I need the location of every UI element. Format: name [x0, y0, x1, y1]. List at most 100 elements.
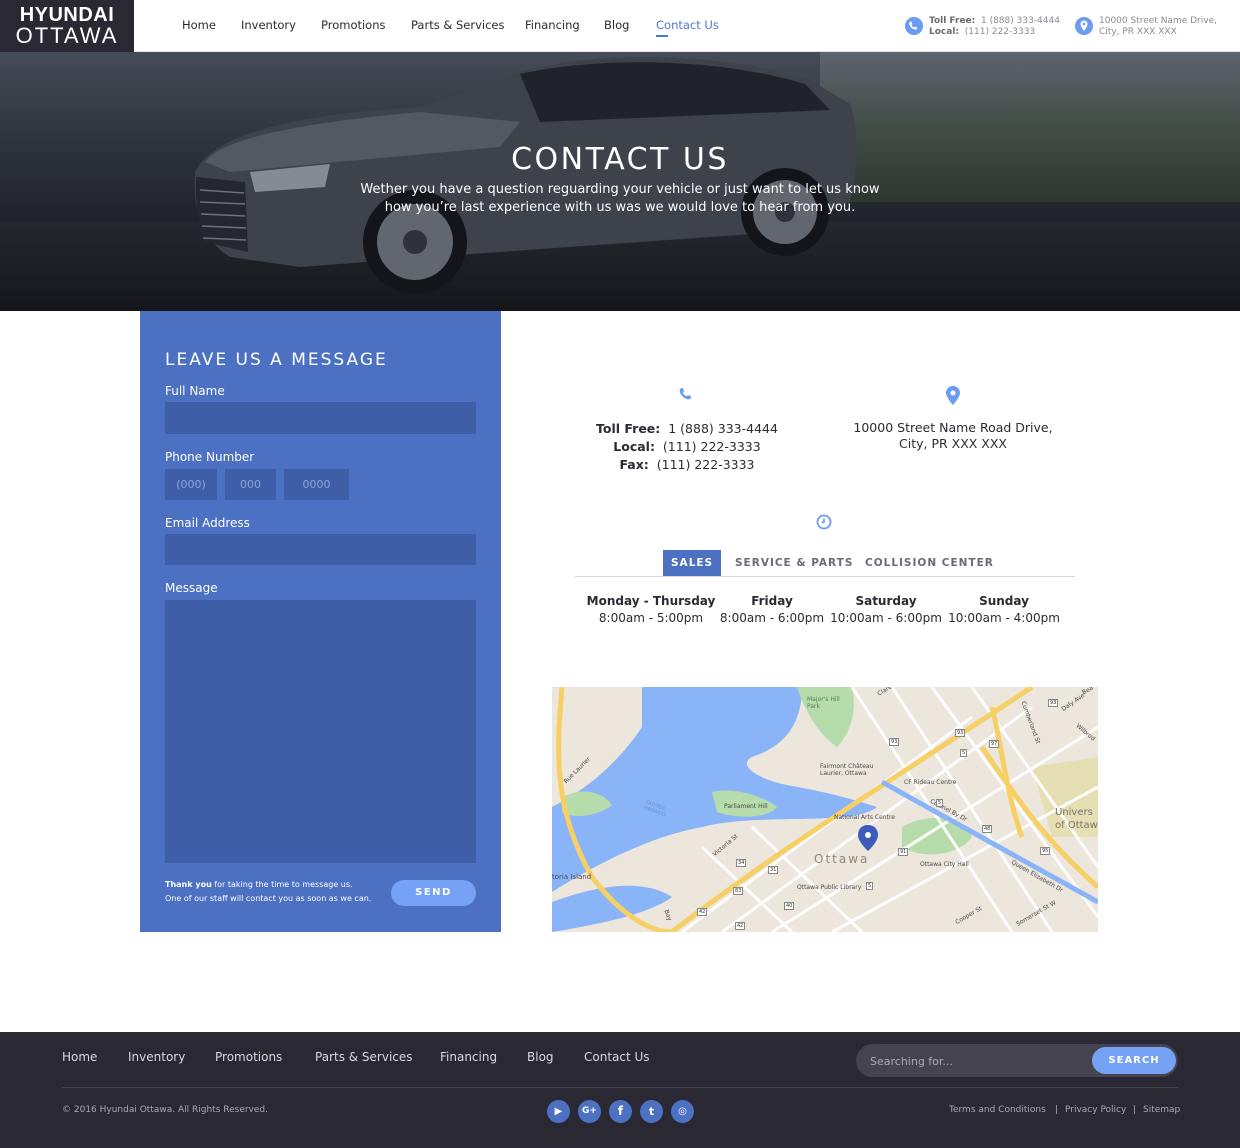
route-badge: 91: [898, 848, 909, 856]
route-badge: 34: [736, 859, 747, 867]
full-name-field[interactable]: [165, 402, 476, 434]
location-map[interactable]: Ottawa Major's Hill Park Fairmont Châtea…: [552, 687, 1098, 932]
youtube-icon[interactable]: ▶: [547, 1100, 570, 1123]
nav-home[interactable]: Home: [182, 18, 216, 32]
google-plus-icon[interactable]: G+: [578, 1100, 601, 1123]
message-field[interactable]: [165, 600, 476, 863]
header-toll-free-label: Toll Free:: [929, 16, 976, 26]
map-label-public-library: Ottawa Public Library: [797, 884, 862, 891]
map-pin-icon: [946, 386, 960, 409]
tab-service-parts[interactable]: SERVICE & PARTS: [735, 550, 853, 576]
nav-blog[interactable]: Blog: [604, 18, 629, 32]
search-button[interactable]: SEARCH: [1092, 1047, 1176, 1074]
route-badge: 48: [982, 825, 993, 833]
toll-free-label: Toll Free:: [596, 421, 661, 436]
hours-day: Sunday: [979, 594, 1029, 608]
footer-nav-financing[interactable]: Financing: [440, 1050, 497, 1064]
privacy-link[interactable]: Privacy Policy: [1065, 1105, 1126, 1115]
header-address-line-2: City, PR XXX XXX: [1099, 26, 1177, 37]
header-toll-free[interactable]: 1 (888) 333-4444: [981, 16, 1060, 26]
map-label-parliament-hill: Parliament Hill: [724, 803, 768, 810]
instagram-icon[interactable]: ◎: [671, 1100, 694, 1123]
logo-line-2: OTTAWA: [15, 23, 119, 48]
tab-sales[interactable]: SALES: [663, 550, 722, 576]
site-header: HYUNDAI OTTAWA Home Inventory Promotions…: [0, 0, 1240, 52]
form-heading: LEAVE US A MESSAGE: [165, 350, 388, 370]
phone-line-field[interactable]: [284, 469, 349, 500]
hours-tabs: SALES SERVICE & PARTS COLLISION CENTER: [575, 550, 1075, 577]
hero-banner: CONTACT US Wether you have a question re…: [0, 52, 1240, 311]
footer-search: SEARCH: [856, 1044, 1178, 1077]
hours-time: 10:00am - 6:00pm: [830, 611, 942, 625]
hyundai-ottawa-logo[interactable]: HYUNDAI OTTAWA: [0, 0, 134, 52]
route-badge: 93: [955, 729, 966, 737]
phone-area-code-field[interactable]: [165, 469, 217, 500]
thanks-bold: Thank you: [165, 880, 212, 889]
nav-contact-us[interactable]: Contact Us: [656, 18, 719, 37]
footer-nav-promotions[interactable]: Promotions: [215, 1050, 282, 1064]
form-thanks-note: Thank you for taking the time to message…: [165, 878, 371, 906]
map-label-victoria-island: toria Island: [552, 873, 592, 881]
legal-separator: |: [1133, 1105, 1137, 1115]
header-phone-numbers: Toll Free: 1 (888) 333-4444 Local: (111)…: [929, 16, 1060, 37]
logo-line-1: HYUNDAI: [19, 4, 115, 26]
route-badge: 97: [989, 740, 1000, 748]
hero-subtitle: Wether you have a question reguarding yo…: [360, 182, 880, 215]
header-address-line-1: 10000 Street Name Drive,: [1099, 16, 1217, 26]
route-badge: 40: [784, 902, 795, 910]
legal-separator: |: [1055, 1105, 1059, 1115]
footer-divider: [62, 1087, 1178, 1088]
dealership-address: 10000 Street Name Road Drive, City, PR X…: [842, 420, 1064, 452]
phone-prefix-field[interactable]: [225, 469, 276, 500]
hours-day: Monday - Thursday: [586, 594, 716, 608]
phone-icon: [679, 387, 695, 408]
footer-nav-blog[interactable]: Blog: [527, 1050, 554, 1064]
nav-promotions[interactable]: Promotions: [321, 18, 386, 32]
map-graphic: [552, 687, 1098, 932]
local-number[interactable]: (111) 222-3333: [663, 439, 761, 454]
route-badge: 93: [1048, 699, 1059, 707]
nav-inventory[interactable]: Inventory: [241, 18, 296, 32]
header-address: 10000 Street Name Drive, City, PR XXX XX…: [1099, 16, 1217, 37]
header-local-label: Local:: [929, 26, 960, 37]
page-title: CONTACT US: [511, 142, 729, 177]
route-badge: 5: [960, 749, 968, 757]
footer-nav-contact-us[interactable]: Contact Us: [584, 1050, 650, 1064]
toll-free-number[interactable]: 1 (888) 333-4444: [668, 421, 778, 436]
email-field[interactable]: [165, 534, 476, 565]
nav-financing[interactable]: Financing: [525, 18, 580, 32]
route-badge: 5: [936, 799, 944, 807]
footer-nav-home[interactable]: Home: [62, 1050, 97, 1064]
tab-collision-center[interactable]: COLLISION CENTER: [865, 550, 994, 576]
route-badge: 83: [733, 887, 744, 895]
email-address-label: Email Address: [165, 516, 250, 530]
map-pin-icon: [1075, 17, 1093, 35]
facebook-icon[interactable]: f: [609, 1100, 632, 1123]
terms-link[interactable]: Terms and Conditions: [949, 1105, 1046, 1115]
hours-time: 8:00am - 5:00pm: [598, 611, 704, 625]
thanks-line-2: One of our staff will contact you as soo…: [165, 894, 372, 903]
contact-form: LEAVE US A MESSAGE Full Name Phone Numbe…: [140, 311, 501, 932]
header-local[interactable]: (111) 222-3333: [965, 27, 1035, 37]
send-button[interactable]: SEND: [391, 880, 476, 906]
hours-saturday: Saturday 10:00am - 6:00pm: [821, 593, 951, 627]
fax-number: (111) 222-3333: [656, 457, 755, 472]
sitemap-link[interactable]: Sitemap: [1143, 1105, 1180, 1115]
local-label: Local:: [613, 439, 655, 454]
search-input[interactable]: [870, 1052, 1080, 1070]
map-label-city-hall: Ottawa City Hall: [920, 861, 969, 868]
footer-nav-inventory[interactable]: Inventory: [128, 1050, 185, 1064]
map-label-chateau-laurier: Fairmont Château Laurier, Ottawa: [820, 763, 874, 777]
footer-nav-parts-services[interactable]: Parts & Services: [315, 1050, 413, 1064]
phone-icon: [905, 17, 923, 35]
twitter-icon[interactable]: t: [640, 1100, 663, 1123]
map-label-university: Univers: [1055, 807, 1093, 818]
phone-number-label: Phone Number: [165, 450, 255, 464]
full-name-label: Full Name: [165, 384, 225, 398]
route-badge: 31: [768, 866, 779, 874]
site-footer: Home Inventory Promotions Parts & Servic…: [0, 1032, 1240, 1148]
hours-time: 8:00am - 6:00pm: [719, 611, 825, 625]
route-badge: 93: [889, 738, 900, 746]
nav-parts-services[interactable]: Parts & Services: [411, 18, 504, 32]
thanks-rest: for taking the time to message us.: [211, 880, 353, 889]
